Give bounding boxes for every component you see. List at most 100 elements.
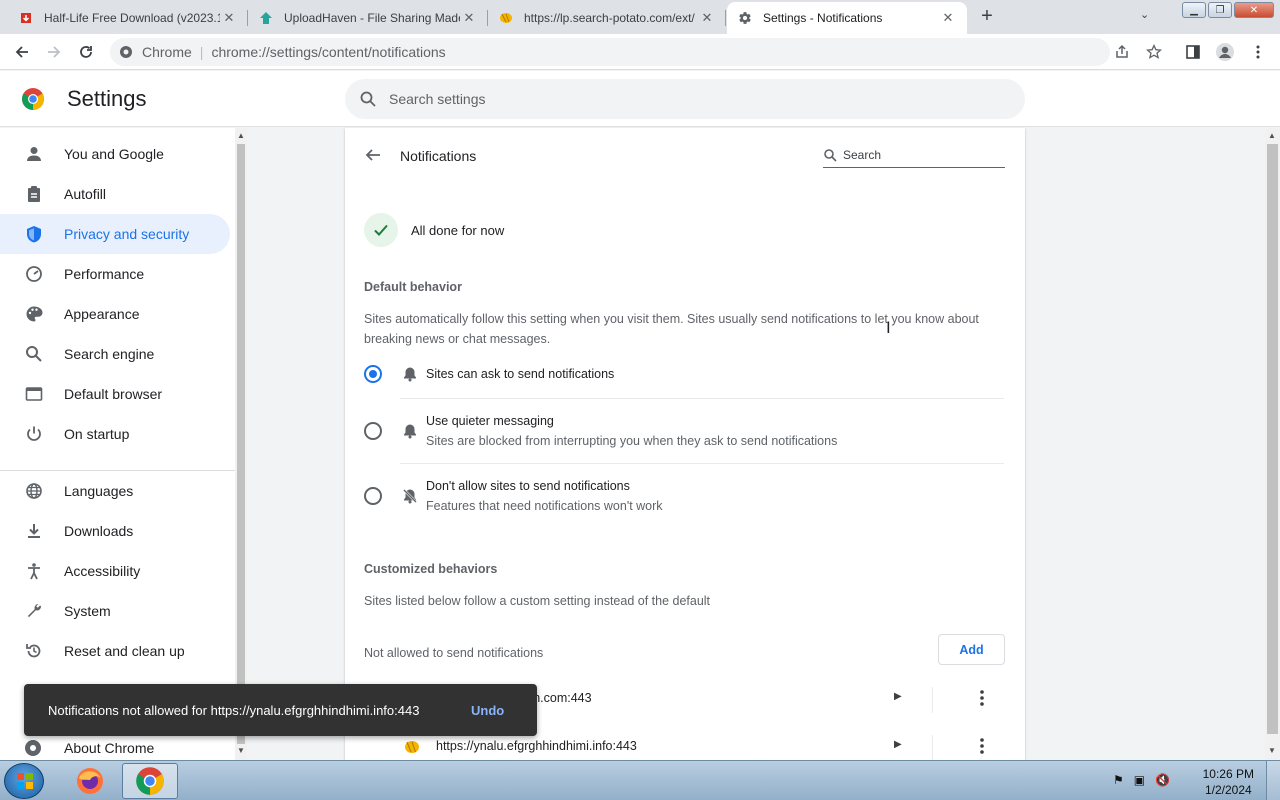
more-actions-icon[interactable] [976,688,988,708]
red-download-icon [18,10,34,26]
back-arrow-icon[interactable] [363,145,383,165]
sidebar-item-label: Appearance [64,306,140,322]
expand-arrow-icon[interactable]: ▶ [894,739,902,750]
tab-title: UploadHaven - File Sharing Made [284,11,460,25]
forward-button[interactable] [42,40,66,64]
sidebar-item-label: You and Google [64,146,164,162]
page-scroll-thumb[interactable] [1267,144,1278,734]
show-desktop-button[interactable] [1266,761,1280,800]
reload-button[interactable] [74,40,98,64]
chrome-logo-icon [22,88,44,110]
tab-search-chevron-icon[interactable]: ⌄ [1140,8,1149,21]
download-icon [24,521,44,541]
volume-muted-icon[interactable]: 🔇 [1155,773,1170,787]
windows-taskbar: ⚑ ▣ 🔇 10:26 PM 1/2/2024 [0,760,1280,800]
sidebar-scrollbar[interactable]: ▲ ▼ [235,128,247,760]
star-icon [1146,44,1162,59]
new-tab-button[interactable]: + [975,5,999,29]
sidebar-item-label: Languages [64,483,134,499]
radio-button-selected[interactable] [364,365,382,383]
sidebar-item-on-startup[interactable]: On startup [0,414,230,454]
share-button[interactable] [1110,40,1134,64]
not-allowed-list-label: Not allowed to send notifications [364,646,544,660]
chrome-icon [24,739,44,759]
restore-button[interactable]: ❐ [1208,2,1232,18]
toast-message: Notifications not allowed for https://yn… [48,702,420,718]
system-tray: ⚑ ▣ 🔇 [1113,773,1170,787]
expand-arrow-icon[interactable]: ▶ [894,691,902,702]
sidebar-item-label: Accessibility [64,563,141,579]
sidebar-item-about-chrome[interactable]: About Chrome [0,738,235,760]
person-icon [24,144,44,164]
scroll-down-arrow-icon[interactable]: ▼ [1268,746,1276,755]
menu-button[interactable] [1246,40,1270,64]
potato-icon [405,741,419,753]
sidebar-item-downloads[interactable]: Downloads [0,511,230,551]
section-description: Sites automatically follow this setting … [364,312,979,346]
sidebar-item-label: Performance [64,266,145,282]
undo-button[interactable]: Undo [471,703,504,718]
more-actions-icon[interactable] [976,736,988,756]
sidebar-scroll-thumb[interactable] [237,144,245,744]
close-icon[interactable]: ✕ [939,10,957,26]
omnibox-chrome-label: Chrome [142,44,192,60]
bookmark-button[interactable] [1142,40,1166,64]
taskbar-clock[interactable]: 10:26 PM 1/2/2024 [1203,766,1254,798]
sidebar-item-privacy-and-security[interactable]: Privacy and security [0,214,230,254]
bell-icon [401,422,419,440]
sidebar-item-system[interactable]: System [0,591,230,631]
page-scrollbar[interactable]: ▲ ▼ [1265,128,1280,760]
taskbar-firefox[interactable] [62,763,118,799]
site-search-input[interactable] [843,147,993,162]
scroll-down-arrow-icon[interactable]: ▼ [237,746,245,755]
add-site-button[interactable]: Add [938,634,1005,665]
radio-button[interactable] [364,487,382,505]
tab-uploadhaven[interactable]: UploadHaven - File Sharing Made ✕ [248,2,488,34]
scroll-up-arrow-icon[interactable]: ▲ [237,131,245,140]
section-title-default-behavior: Default behavior [364,280,462,294]
close-icon[interactable]: ✕ [460,10,478,26]
option-label: Use quieter messaging [426,414,554,428]
sidebar-item-default-browser[interactable]: Default browser [0,374,230,414]
address-bar[interactable]: Chrome | chrome://settings/content/notif… [110,38,1110,66]
sidebar-item-accessibility[interactable]: Accessibility [0,551,230,591]
site-search-field[interactable] [823,142,1005,168]
potato-icon [498,10,514,26]
tab-search-potato[interactable]: https://lp.search-potato.com/ext/ ✕ [488,2,726,34]
close-icon[interactable]: ✕ [698,10,716,26]
radio-button[interactable] [364,422,382,440]
profile-button[interactable] [1213,40,1237,64]
minimize-button[interactable]: ▁ [1182,2,1206,18]
radio-option-quieter-messaging[interactable]: Use quieter messaging Sites are blocked … [364,411,1005,461]
url-text: chrome://settings/content/notifications [211,44,446,60]
accessibility-icon [24,561,44,581]
start-button[interactable] [4,763,44,799]
settings-search-input[interactable] [389,91,989,107]
close-icon[interactable]: ✕ [220,10,238,26]
reset-icon [24,641,44,661]
sidebar-item-you-and-google[interactable]: You and Google [0,134,230,174]
section-title-customized-behaviors: Customized behaviors [364,562,498,576]
sidebar-item-reset-and-clean-up[interactable]: Reset and clean up [0,631,230,671]
radio-option-dont-allow[interactable]: Don't allow sites to send notifications … [364,476,1005,526]
back-button[interactable] [10,40,34,64]
sidebar-item-performance[interactable]: Performance [0,254,230,294]
sidebar-item-languages[interactable]: Languages [0,471,230,511]
site-url: https://ynalu.efgrghhindhimi.info:443 [436,739,637,753]
window-close-button[interactable]: ✕ [1234,2,1274,18]
sidebar-item-autofill[interactable]: Autofill [0,174,230,214]
windows-logo-icon [17,773,33,789]
tab-half-life[interactable]: Half-Life Free Download (v2023.1 ✕ [8,2,248,34]
settings-search-box[interactable] [345,79,1025,119]
scroll-up-arrow-icon[interactable]: ▲ [1268,131,1276,140]
omnibox-separator: | [199,44,204,60]
tab-settings-notifications[interactable]: Settings - Notifications ✕ [727,2,967,34]
search-icon [360,91,376,107]
flag-icon[interactable]: ⚑ [1113,773,1124,787]
network-icon[interactable]: ▣ [1134,773,1145,787]
taskbar-chrome[interactable] [122,763,178,799]
sidebar-item-search-engine[interactable]: Search engine [0,334,230,374]
side-panel-button[interactable] [1181,40,1205,64]
tab-title: https://lp.search-potato.com/ext/ [524,11,695,25]
sidebar-item-appearance[interactable]: Appearance [0,294,230,334]
